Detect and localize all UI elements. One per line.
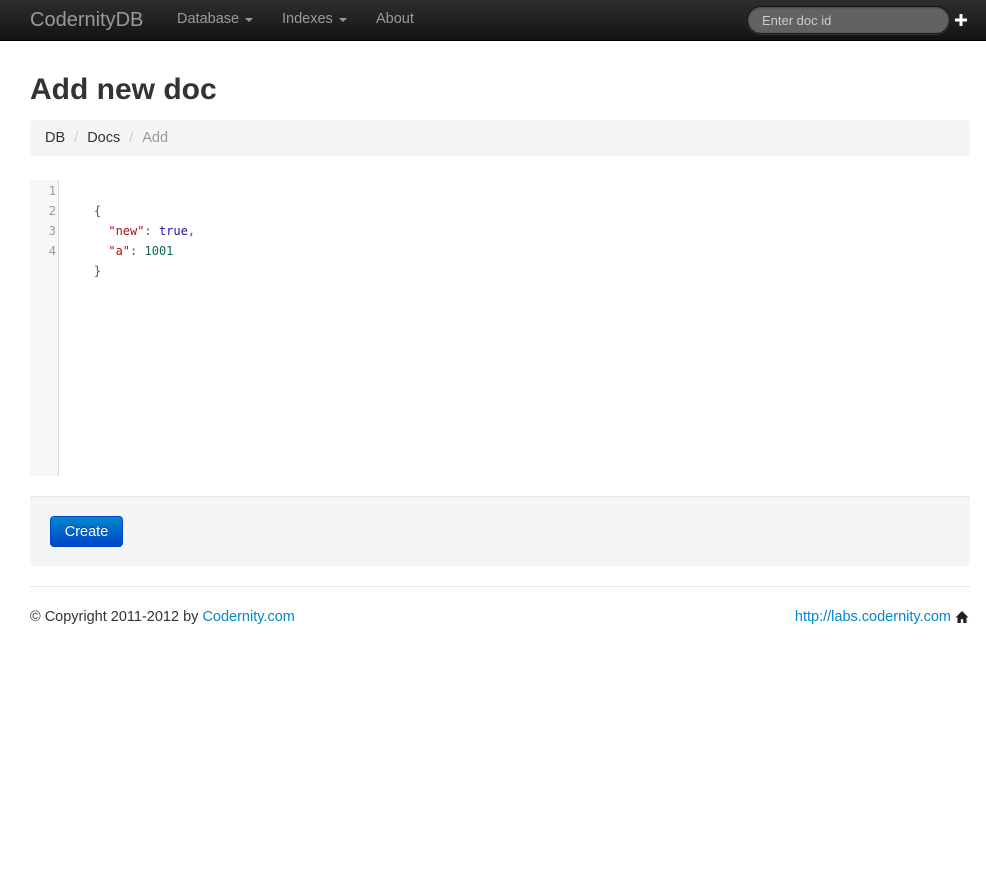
line-number: 4 bbox=[48, 244, 56, 258]
editor-gutter: 1 2 3 4 bbox=[30, 180, 59, 476]
footer-divider bbox=[30, 586, 970, 587]
breadcrumb-divider: / bbox=[129, 130, 134, 146]
breadcrumb-current: Add bbox=[142, 130, 169, 146]
nav-indexes-dropdown[interactable]: Indexes bbox=[282, 11, 347, 27]
footer-copyright: © Copyright 2011-2012 by Codernity.com bbox=[30, 609, 295, 625]
line-number: 2 bbox=[48, 204, 56, 218]
home-icon[interactable] bbox=[955, 610, 969, 624]
code-token: 1001 bbox=[144, 244, 174, 258]
footer-labs: http://labs.codernity.com bbox=[795, 609, 969, 625]
breadcrumb-docs-link[interactable]: Docs bbox=[87, 130, 120, 146]
plus-icon[interactable] bbox=[955, 11, 969, 29]
caret-down-icon bbox=[245, 18, 254, 22]
breadcrumb: DB / Docs / Add bbox=[30, 120, 970, 156]
nav-database-label: Database bbox=[177, 11, 240, 27]
caret-down-icon bbox=[338, 18, 347, 22]
nav-indexes-label: Indexes bbox=[282, 11, 333, 27]
top-navbar: CodernityDB Database Indexes About bbox=[0, 0, 986, 41]
nav-about-label: About bbox=[376, 11, 414, 27]
page-title: Add new doc bbox=[30, 73, 217, 106]
brand-link[interactable]: CodernityDB bbox=[30, 9, 143, 32]
create-button[interactable]: Create bbox=[50, 516, 123, 547]
breadcrumb-db-link[interactable]: DB bbox=[45, 130, 65, 146]
code-token: : bbox=[130, 244, 145, 258]
form-actions: Create bbox=[30, 496, 970, 566]
nav-about-link[interactable]: About bbox=[376, 11, 414, 27]
code-line: } bbox=[65, 241, 101, 301]
code-token: } bbox=[93, 264, 102, 278]
nav-database-dropdown[interactable]: Database bbox=[177, 11, 254, 27]
breadcrumb-divider: / bbox=[74, 130, 79, 146]
code-token: , bbox=[187, 224, 196, 238]
copyright-text: © Copyright 2011-2012 by bbox=[30, 609, 203, 625]
json-code-editor[interactable]: 1 2 3 4 { "new": true, "a": 1001 } bbox=[30, 180, 970, 476]
doc-id-search-input[interactable] bbox=[747, 6, 950, 34]
codernity-link[interactable]: Codernity.com bbox=[202, 609, 294, 625]
labs-link[interactable]: http://labs.codernity.com bbox=[795, 609, 951, 625]
line-number: 3 bbox=[48, 224, 56, 238]
code-token: "a" bbox=[108, 244, 131, 258]
line-number: 1 bbox=[48, 184, 56, 198]
